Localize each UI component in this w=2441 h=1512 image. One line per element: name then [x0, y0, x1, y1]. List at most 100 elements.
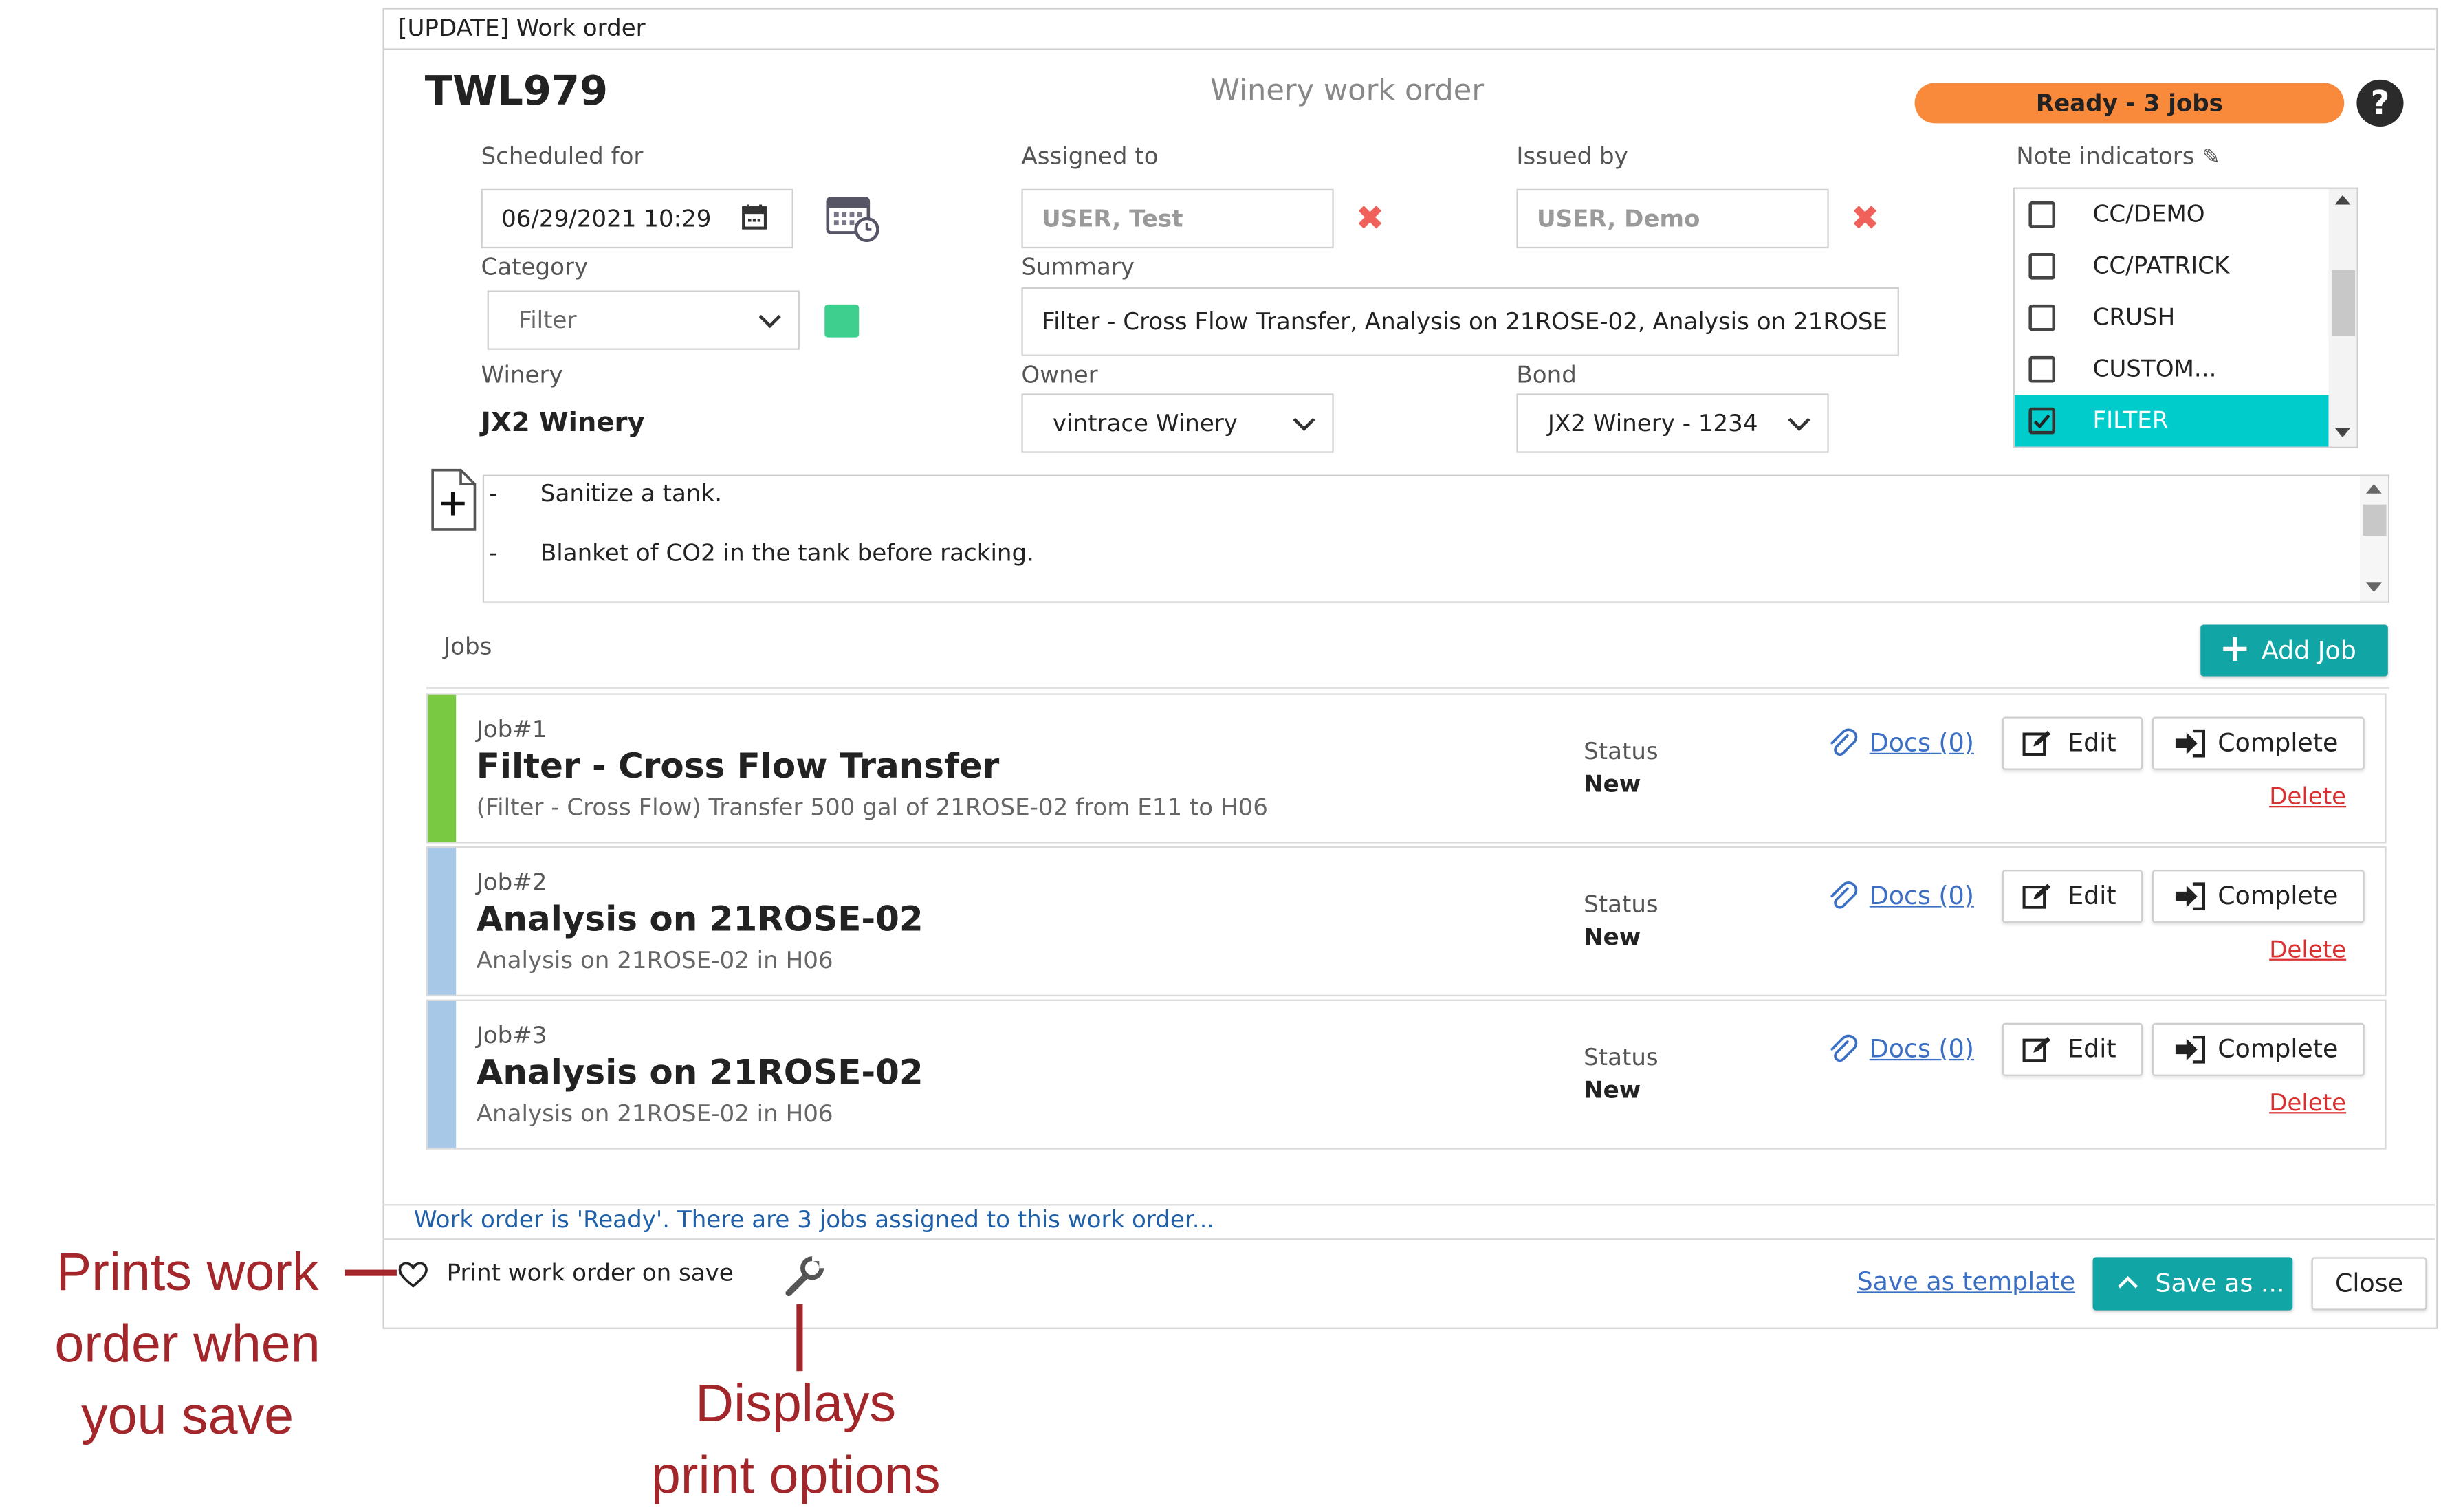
paperclip-icon[interactable]: [1827, 1034, 1858, 1065]
job-title: Analysis on 21ROSE-02: [476, 901, 923, 941]
jobs-label: Jobs: [444, 632, 492, 661]
scheduled-label: Scheduled for: [481, 142, 644, 171]
job-card: Job#2 Analysis on 21ROSE-02 Analysis on 21…: [426, 846, 2387, 997]
owner-select[interactable]: vintrace Winery: [1021, 393, 1334, 453]
checkbox-icon[interactable]: [2028, 201, 2056, 228]
print-on-save-label[interactable]: Print work order on save: [447, 1259, 734, 1287]
question-circle-icon[interactable]: ?: [2356, 79, 2404, 127]
paperclip-icon[interactable]: [1827, 881, 1858, 912]
delete-link[interactable]: Delete: [2269, 782, 2346, 811]
issued-label: Issued by: [1516, 142, 1628, 171]
job-card: Job#3 Analysis on 21ROSE-02 Analysis on 21…: [426, 999, 2387, 1150]
add-note-icon[interactable]: [431, 468, 477, 531]
note-indicator-label: CC/DEMO: [2092, 199, 2205, 228]
sign-in-icon: [2175, 882, 2206, 911]
scroll-up-icon[interactable]: [2334, 195, 2351, 205]
job-description: Analysis on 21ROSE-02 in H06: [476, 1099, 833, 1128]
note-indicator-label: CC/PATRICK: [2092, 251, 2230, 280]
note-indicator-item[interactable]: CC/DEMO: [2015, 189, 2329, 241]
scroll-up-icon[interactable]: [2366, 484, 2382, 494]
edit-icon: [2022, 884, 2051, 909]
edit-button[interactable]: Edit: [2002, 1022, 2143, 1076]
scroll-down-icon[interactable]: [2366, 582, 2382, 592]
job-number: Job#2: [476, 868, 547, 897]
delete-link[interactable]: Delete: [2269, 936, 2346, 964]
note-indicators-list[interactable]: CC/DEMO CC/PATRICK CRUSH CUSTOM... FILTER: [2013, 187, 2358, 448]
calendar-schedule-icon[interactable]: [824, 192, 881, 243]
paperclip-icon[interactable]: [1827, 727, 1858, 758]
delete-link[interactable]: Delete: [2269, 1088, 2346, 1117]
summary-input[interactable]: Filter - Cross Flow Transfer, Analysis o…: [1021, 287, 1899, 356]
checkbox-icon[interactable]: [2028, 304, 2056, 331]
checkbox-icon[interactable]: [2028, 252, 2056, 280]
chevron-down-icon: [1293, 408, 1315, 432]
edit-button[interactable]: Edit: [2002, 870, 2143, 923]
pencil-icon[interactable]: ✎: [2202, 145, 2220, 170]
note-line: - Sanitize a tank.: [489, 479, 2347, 507]
bond-select[interactable]: JX2 Winery - 1234: [1516, 393, 1829, 453]
calendar-icon[interactable]: [741, 203, 769, 231]
work-order-subtitle: Winery work order: [1210, 73, 1485, 108]
complete-button[interactable]: Complete: [2152, 716, 2365, 770]
notes-scrollbar[interactable]: [2359, 476, 2388, 602]
print-annotation: Prints work order when you save: [54, 1242, 320, 1447]
scrollbar[interactable]: [2328, 188, 2357, 447]
docs-link[interactable]: Docs (0): [1870, 727, 1974, 757]
add-job-button[interactable]: + Add Job: [2200, 624, 2388, 677]
close-button[interactable]: Close: [2311, 1257, 2427, 1311]
assigned-label: Assigned to: [1021, 142, 1159, 171]
wrench-icon[interactable]: [782, 1254, 827, 1298]
save-as-template-link[interactable]: Save as template: [1857, 1267, 2076, 1296]
owner-label: Owner: [1021, 360, 1098, 389]
job-status-label: Status: [1584, 737, 1659, 765]
docs-link[interactable]: Docs (0): [1870, 1034, 1974, 1064]
job-title: Analysis on 21ROSE-02: [476, 1054, 923, 1093]
scheduled-date-input[interactable]: 06/29/2021 10:29: [481, 188, 793, 249]
scrollbar-thumb[interactable]: [2363, 504, 2387, 536]
sign-in-icon: [2175, 1035, 2206, 1064]
note-indicator-item[interactable]: CUSTOM...: [2015, 344, 2329, 395]
screenshot-stage: [UPDATE] Work order TWL979 Winery work o…: [0, 0, 2441, 1512]
note-indicator-item[interactable]: CRUSH: [2015, 292, 2329, 344]
job-status-value: New: [1584, 769, 1641, 798]
job-title: Filter - Cross Flow Transfer: [476, 747, 1000, 787]
job-description: (Filter - Cross Flow) Transfer 500 gal o…: [476, 793, 1268, 822]
clear-assigned-icon[interactable]: ✖: [1355, 202, 1384, 237]
note-indicator-item[interactable]: FILTER: [2014, 395, 2329, 447]
status-badge: Ready - 3 jobs: [1914, 83, 2345, 124]
job-card: Job#1 Filter - Cross Flow Transfer (Filter…: [426, 693, 2387, 844]
note-indicator-item[interactable]: CC/PATRICK: [2015, 241, 2329, 292]
checkbox-icon[interactable]: [2028, 355, 2056, 383]
job-color-bar: [428, 848, 457, 995]
clear-issued-icon[interactable]: ✖: [1850, 202, 1879, 237]
chevron-down-icon: [1788, 408, 1810, 432]
job-number: Job#3: [476, 1021, 547, 1050]
chevron-up-icon: [2118, 1275, 2138, 1296]
category-color-swatch[interactable]: [824, 304, 860, 338]
scroll-down-icon[interactable]: [2334, 428, 2351, 437]
job-status-value: New: [1584, 1075, 1641, 1104]
notes-editor[interactable]: - Sanitize a tank. - Blanket of CO2 in the …: [482, 474, 2390, 603]
docs-link[interactable]: Docs (0): [1870, 881, 1974, 910]
note-bullet: -: [488, 538, 498, 567]
winery-label: Winery: [481, 360, 563, 389]
job-color-bar: [428, 694, 457, 842]
heart-checkbox-icon[interactable]: [398, 1262, 428, 1289]
job-status-label: Status: [1584, 1043, 1659, 1072]
note-text: Blanket of CO2 in the tank before rackin…: [540, 538, 1034, 567]
checkbox-checked-icon[interactable]: [2028, 407, 2056, 435]
plus-icon: +: [2219, 626, 2251, 670]
edit-icon: [2022, 1037, 2051, 1062]
complete-button[interactable]: Complete: [2152, 870, 2365, 923]
job-color-bar: [428, 1000, 457, 1148]
assigned-to-input[interactable]: USER, Test: [1021, 188, 1334, 249]
save-as-button[interactable]: Save as ...: [2092, 1257, 2293, 1311]
job-status-value: New: [1584, 923, 1641, 952]
category-label: Category: [481, 252, 589, 281]
complete-button[interactable]: Complete: [2152, 1022, 2365, 1076]
category-select[interactable]: Filter: [487, 290, 800, 350]
scrollbar-thumb[interactable]: [2332, 270, 2356, 336]
edit-button[interactable]: Edit: [2002, 716, 2143, 770]
annotation-connector: [796, 1304, 803, 1372]
issued-by-input[interactable]: USER, Demo: [1516, 188, 1829, 249]
